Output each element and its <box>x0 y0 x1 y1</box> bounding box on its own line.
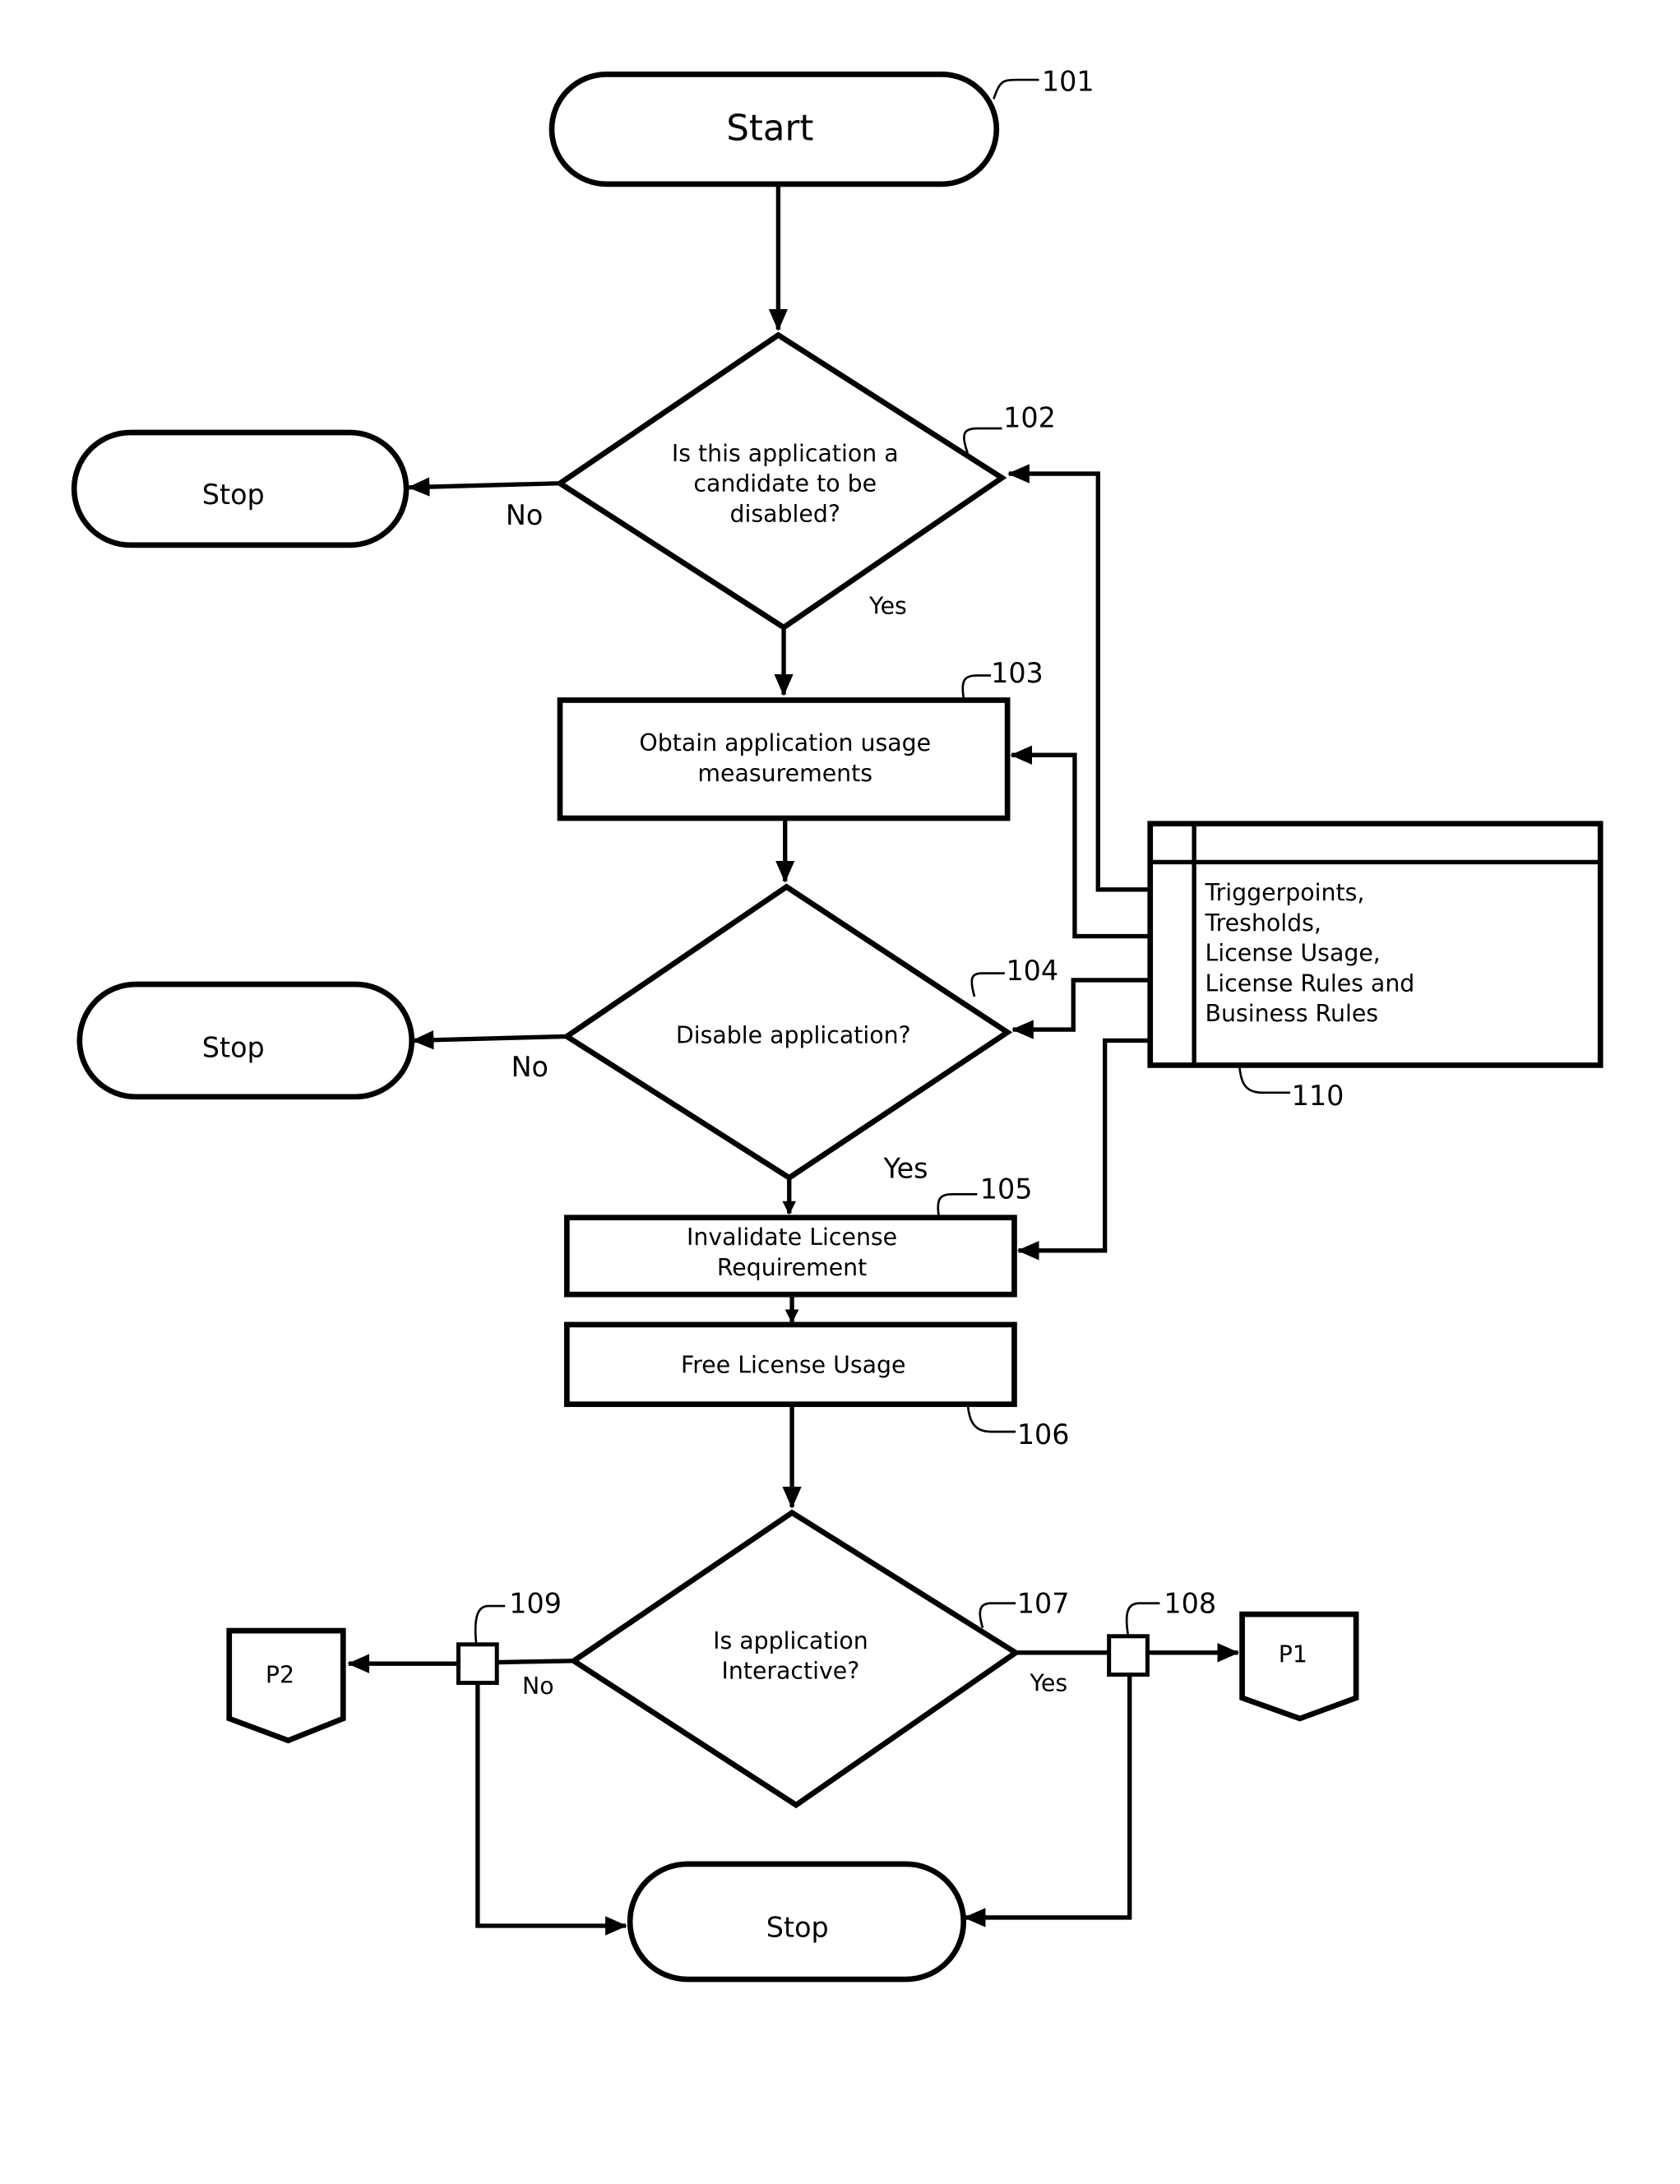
label-102-no: No <box>506 499 543 531</box>
arrow-110-to-104 <box>1011 978 1150 1039</box>
ref-leader-104 <box>970 972 1005 997</box>
label-104-yes: Yes <box>883 1152 928 1184</box>
decision-interactive-line-2: Interactive? <box>721 1658 859 1685</box>
decision-interactive-line-1: Is application <box>713 1627 868 1654</box>
free-usage-label: Free License Usage <box>681 1351 905 1378</box>
ref-107: 107 <box>1017 1587 1070 1619</box>
ref-leader-106 <box>966 1402 1016 1433</box>
label-107-yes: Yes <box>1029 1670 1067 1697</box>
arrow-108-to-stop <box>963 1674 1132 1927</box>
obtain-usage-line-2: measurements <box>697 760 872 787</box>
p1-label: P1 <box>1279 1641 1307 1668</box>
label-107-no: No <box>522 1673 554 1700</box>
stop-1-label: Stop <box>202 479 265 511</box>
decision-candidate-line-2: candidate to be <box>693 470 877 497</box>
ref-106: 106 <box>1017 1418 1070 1451</box>
ref-103: 103 <box>991 657 1044 689</box>
invalidate-line-1: Invalidate License <box>687 1224 897 1251</box>
datastore-line-4: License Rules and <box>1205 969 1414 997</box>
obtain-usage-line-1: Obtain application usage <box>639 729 931 757</box>
stop-3-label: Stop <box>766 1911 829 1943</box>
ref-leader-109 <box>474 1604 506 1645</box>
p2-label: P2 <box>266 1662 294 1689</box>
datastore-line-2: Tresholds, <box>1204 909 1321 937</box>
datastore-rules: Triggerpoints, Tresholds, License Usage,… <box>1147 821 1604 1068</box>
decision-interactive: Is application Interactive? <box>568 1509 1021 1809</box>
stop-2-label: Stop <box>202 1031 265 1063</box>
label-102-yes: Yes <box>868 592 907 619</box>
ref-105: 105 <box>980 1173 1033 1205</box>
decision-disable-label: Disable application? <box>676 1022 911 1049</box>
ref-leader-102 <box>963 427 1002 454</box>
ref-101: 101 <box>1042 65 1095 97</box>
label-104-no: No <box>511 1051 548 1083</box>
ref-104: 104 <box>1006 955 1058 987</box>
stop-terminal-1: Stop <box>71 429 410 548</box>
offpage-connector-p2: P2 <box>226 1627 346 1744</box>
decision-candidate-line-3: disabled? <box>730 500 840 527</box>
stop-terminal-3: Stop <box>627 1861 967 1983</box>
stop-terminal-2: Stop <box>76 981 415 1100</box>
ref-109: 109 <box>509 1587 562 1619</box>
invalidate-line-2: Requirement <box>717 1254 867 1281</box>
ref-110: 110 <box>1292 1080 1344 1112</box>
ref-leader-108 <box>1125 1602 1160 1637</box>
offpage-connector-p1: P1 <box>1239 1611 1359 1722</box>
arrow-109-to-stop <box>475 1682 627 1936</box>
datastore-line-1: Triggerpoints, <box>1204 879 1364 906</box>
decision-candidate: Is this application a candidate to be di… <box>554 331 1007 632</box>
process-obtain-usage: Obtain application usage measurements <box>557 697 1011 821</box>
process-invalidate-license: Invalidate License Requirement <box>564 1215 1017 1298</box>
line-107-no <box>497 1659 574 1665</box>
arrow-110-to-105 <box>1016 1038 1150 1261</box>
ref-leader-101 <box>993 78 1039 99</box>
datastore-line-3: License Usage, <box>1205 940 1380 967</box>
flowchart: Start 101 Is this application a candidat… <box>71 65 1604 1983</box>
arrow-110-to-103 <box>1010 745 1150 939</box>
ref-leader-103 <box>961 674 992 698</box>
arrow-102-no <box>407 477 561 497</box>
process-free-license-usage: Free License Usage <box>564 1321 1017 1408</box>
junction-108 <box>1107 1634 1150 1677</box>
ref-leader-107 <box>979 1602 1016 1629</box>
ref-leader-110 <box>1238 1065 1290 1094</box>
datastore-line-5: Business Rules <box>1205 1000 1378 1027</box>
arrow-104-no <box>411 1030 567 1050</box>
ref-102: 102 <box>1003 401 1056 433</box>
ref-108: 108 <box>1164 1587 1216 1619</box>
decision-candidate-line-1: Is this application a <box>672 440 899 467</box>
start-label: Start <box>726 108 813 149</box>
junction-109 <box>456 1642 499 1686</box>
start-terminal: Start <box>548 72 1000 187</box>
ref-leader-105 <box>937 1193 978 1217</box>
decision-disable: Disable application? <box>562 883 1013 1182</box>
